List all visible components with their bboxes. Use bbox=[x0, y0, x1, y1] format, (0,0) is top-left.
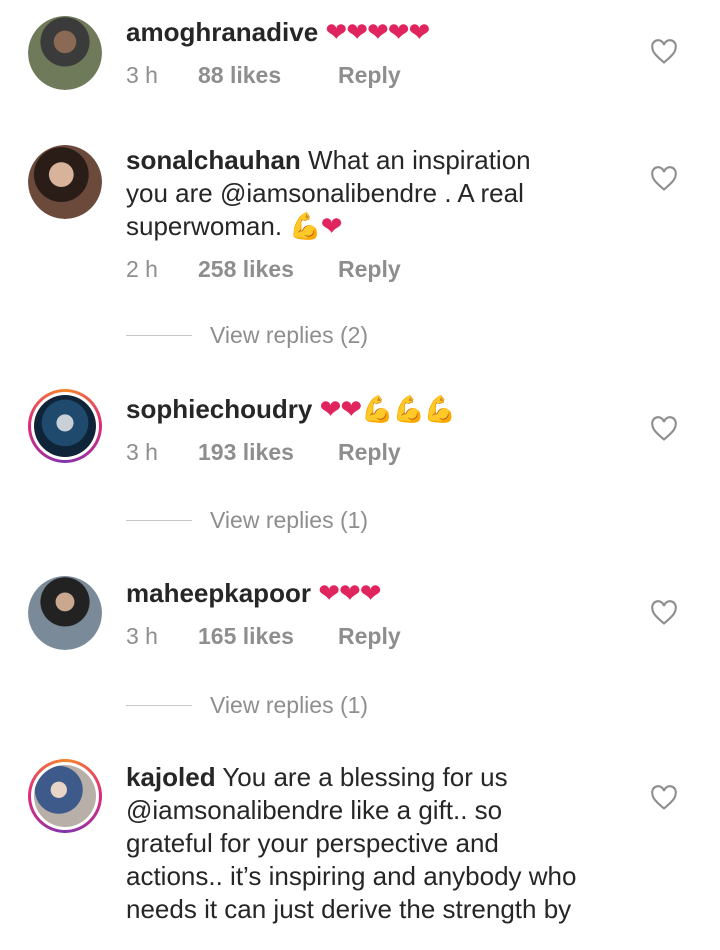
flexed-biceps-emoji: 💪 bbox=[289, 212, 321, 242]
heart-icon[interactable] bbox=[650, 785, 678, 811]
avatar-photo bbox=[28, 16, 102, 90]
comment-body: like a gift.. so bbox=[343, 795, 503, 825]
comment-body: What an inspiration bbox=[300, 145, 531, 175]
mention-link[interactable]: @iamsonalibendre bbox=[220, 178, 437, 208]
comment-text: maheepkapoor ❤❤❤ bbox=[126, 577, 626, 611]
divider bbox=[126, 335, 192, 336]
hearts-emoji: ❤❤ bbox=[319, 395, 363, 425]
view-replies-label[interactable]: View replies (1) bbox=[210, 507, 368, 534]
avatar[interactable] bbox=[28, 16, 102, 90]
avatar-photo bbox=[28, 145, 102, 219]
likes-count[interactable]: 88 likes bbox=[198, 62, 338, 89]
username[interactable]: sonalchauhan bbox=[126, 145, 301, 175]
divider bbox=[126, 705, 192, 706]
username[interactable]: maheepkapoor bbox=[126, 578, 311, 608]
heart-icon[interactable] bbox=[650, 39, 678, 65]
username[interactable]: amoghranadive bbox=[126, 17, 318, 47]
timestamp: 2 h bbox=[126, 256, 158, 282]
comment-text: sonalchauhan What an inspiration you are… bbox=[126, 144, 626, 244]
reply-button[interactable]: Reply bbox=[338, 439, 401, 466]
view-replies-label[interactable]: View replies (1) bbox=[210, 692, 368, 719]
flexed-biceps-emoji: 💪💪💪 bbox=[361, 395, 456, 425]
divider bbox=[126, 520, 192, 521]
heart-emoji: ❤ bbox=[320, 212, 343, 242]
likes-count[interactable]: 193 likes bbox=[198, 439, 338, 466]
comment-body: . A real bbox=[437, 178, 524, 208]
avatar-story-ring[interactable] bbox=[28, 759, 102, 833]
avatar-inner bbox=[31, 392, 99, 460]
comment-body: superwoman. bbox=[126, 211, 290, 241]
username[interactable]: kajoled bbox=[126, 762, 216, 792]
comment-text: sophiechoudry ❤❤💪💪💪 bbox=[126, 393, 626, 427]
view-replies-label[interactable]: View replies (2) bbox=[210, 322, 368, 349]
avatar-inner bbox=[31, 762, 99, 830]
avatar-story-ring[interactable] bbox=[28, 389, 102, 463]
reply-button[interactable]: Reply bbox=[338, 62, 401, 89]
likes-count[interactable]: 165 likes bbox=[198, 623, 338, 650]
reply-button[interactable]: Reply bbox=[338, 623, 401, 650]
username[interactable]: sophiechoudry bbox=[126, 394, 312, 424]
avatar-photo bbox=[34, 765, 96, 827]
comment-text: amoghranadive ❤❤❤❤❤ bbox=[126, 16, 626, 50]
avatar-photo bbox=[34, 395, 96, 457]
hearts-emoji: ❤❤❤❤❤ bbox=[325, 18, 430, 48]
timestamp: 3 h bbox=[126, 439, 158, 465]
comment-body: You are a blessing for us bbox=[215, 762, 508, 792]
avatar-photo bbox=[28, 576, 102, 650]
mention-link[interactable]: @iamsonalibendre bbox=[126, 795, 343, 825]
heart-icon[interactable] bbox=[650, 600, 678, 626]
reply-button[interactable]: Reply bbox=[338, 256, 401, 283]
likes-count[interactable]: 258 likes bbox=[198, 256, 338, 283]
comment-meta: 3 h 88 likes Reply bbox=[126, 62, 401, 89]
avatar[interactable] bbox=[28, 145, 102, 219]
heart-icon[interactable] bbox=[650, 416, 678, 442]
hearts-emoji: ❤❤❤ bbox=[318, 579, 381, 609]
timestamp: 3 h bbox=[126, 62, 158, 88]
view-replies-button[interactable]: View replies (2) bbox=[126, 322, 368, 349]
comment-body: actions.. it’s inspiring and anybody who bbox=[126, 861, 577, 891]
view-replies-button[interactable]: View replies (1) bbox=[126, 692, 368, 719]
comment-meta: 2 h 258 likes Reply bbox=[126, 256, 401, 283]
comment-meta: 3 h 193 likes Reply bbox=[126, 439, 401, 466]
comment-body: needs it can just derive the strength by bbox=[126, 894, 572, 924]
comment-meta: 3 h 165 likes Reply bbox=[126, 623, 401, 650]
avatar[interactable] bbox=[28, 576, 102, 650]
heart-icon[interactable] bbox=[650, 166, 678, 192]
comment-body: grateful for your perspective and bbox=[126, 828, 499, 858]
comment-text: kajoled You are a blessing for us @iamso… bbox=[126, 761, 626, 926]
view-replies-button[interactable]: View replies (1) bbox=[126, 507, 368, 534]
timestamp: 3 h bbox=[126, 623, 158, 649]
comment-body: you are bbox=[126, 178, 220, 208]
